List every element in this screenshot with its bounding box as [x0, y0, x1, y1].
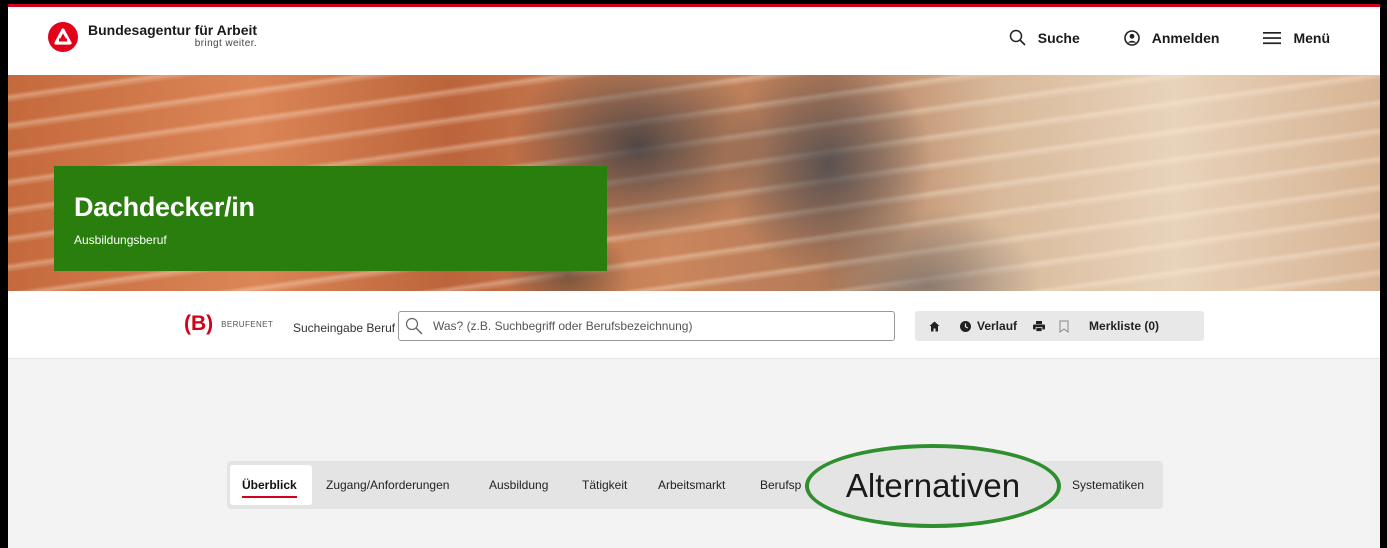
clock-icon — [960, 320, 971, 332]
berufenet-logo-name: BERUFENET — [221, 319, 274, 329]
browser-page: Bundesagentur für Arbeit bringt weiter. … — [8, 4, 1380, 548]
site-header: Bundesagentur für Arbeit bringt weiter. … — [8, 7, 1380, 75]
tab-alternativen-highlight[interactable]: Alternativen — [805, 444, 1061, 528]
tab-systematiken[interactable]: Systematiken — [1072, 478, 1144, 492]
page-title: Dachdecker/in — [74, 192, 255, 222]
tab-ausbildung[interactable]: Ausbildung — [489, 478, 548, 492]
page-subtitle: Ausbildungsberuf — [74, 233, 167, 247]
berufenet-logo-mark: (B) — [184, 312, 214, 335]
search-field-label: Sucheingabe Beruf — [293, 321, 396, 335]
menu-button-label: Menü — [1293, 29, 1330, 46]
tab-arbeitsmarkt[interactable]: Arbeitsmarkt — [658, 478, 725, 492]
tab-taetigkeit[interactable]: Tätigkeit — [582, 478, 627, 492]
berufenet-toolbar: (B) BERUFENET Sucheingabe Beruf Verlauf — [8, 291, 1380, 359]
brand-logo[interactable]: Bundesagentur für Arbeit bringt weiter. — [48, 22, 257, 52]
job-search-input[interactable] — [433, 319, 873, 333]
brand-tagline: bringt weiter. — [194, 38, 258, 49]
hero-title-card: Dachdecker/in Ausbildungsberuf — [54, 166, 607, 271]
search-icon — [1009, 29, 1026, 46]
print-button[interactable] — [1033, 320, 1051, 332]
history-button[interactable]: Verlauf — [960, 319, 1017, 333]
job-search-field[interactable] — [398, 311, 895, 341]
brand-title: Bundesagentur für Arbeit — [88, 22, 258, 38]
tab-berufsperspektiven[interactable]: Berufsp — [760, 478, 801, 492]
menu-icon — [1263, 31, 1282, 45]
bookmark-icon — [1059, 320, 1069, 333]
print-icon — [1033, 320, 1046, 332]
tab-ueberblick[interactable]: Überblick — [242, 478, 297, 498]
bookmark-button[interactable] — [1059, 320, 1075, 333]
hero-image: Dachdecker/in Ausbildungsberuf — [8, 75, 1380, 291]
login-button[interactable]: Anmelden — [1123, 29, 1220, 46]
berufenet-logo[interactable]: (B) BERUFENET — [184, 313, 273, 335]
header-actions: Suche Anmelden Menü — [965, 29, 1330, 46]
tab-alternativen-label: Alternativen — [845, 467, 1021, 504]
home-button[interactable] — [929, 321, 946, 332]
search-button[interactable]: Suche — [1009, 29, 1080, 46]
home-icon — [929, 321, 940, 332]
magnifier-icon — [405, 317, 423, 335]
watchlist-button[interactable]: Merkliste (0) — [1089, 319, 1159, 333]
login-button-label: Anmelden — [1151, 29, 1220, 46]
menu-button[interactable]: Menü — [1263, 30, 1330, 46]
tool-bar: Verlauf Merkliste (0) — [915, 311, 1204, 341]
search-button-label: Suche — [1037, 29, 1080, 46]
history-label: Verlauf — [977, 319, 1018, 333]
ba-logo-icon — [48, 22, 78, 52]
user-icon — [1123, 29, 1140, 46]
tab-zugang-anforderungen[interactable]: Zugang/Anforderungen — [326, 478, 449, 492]
